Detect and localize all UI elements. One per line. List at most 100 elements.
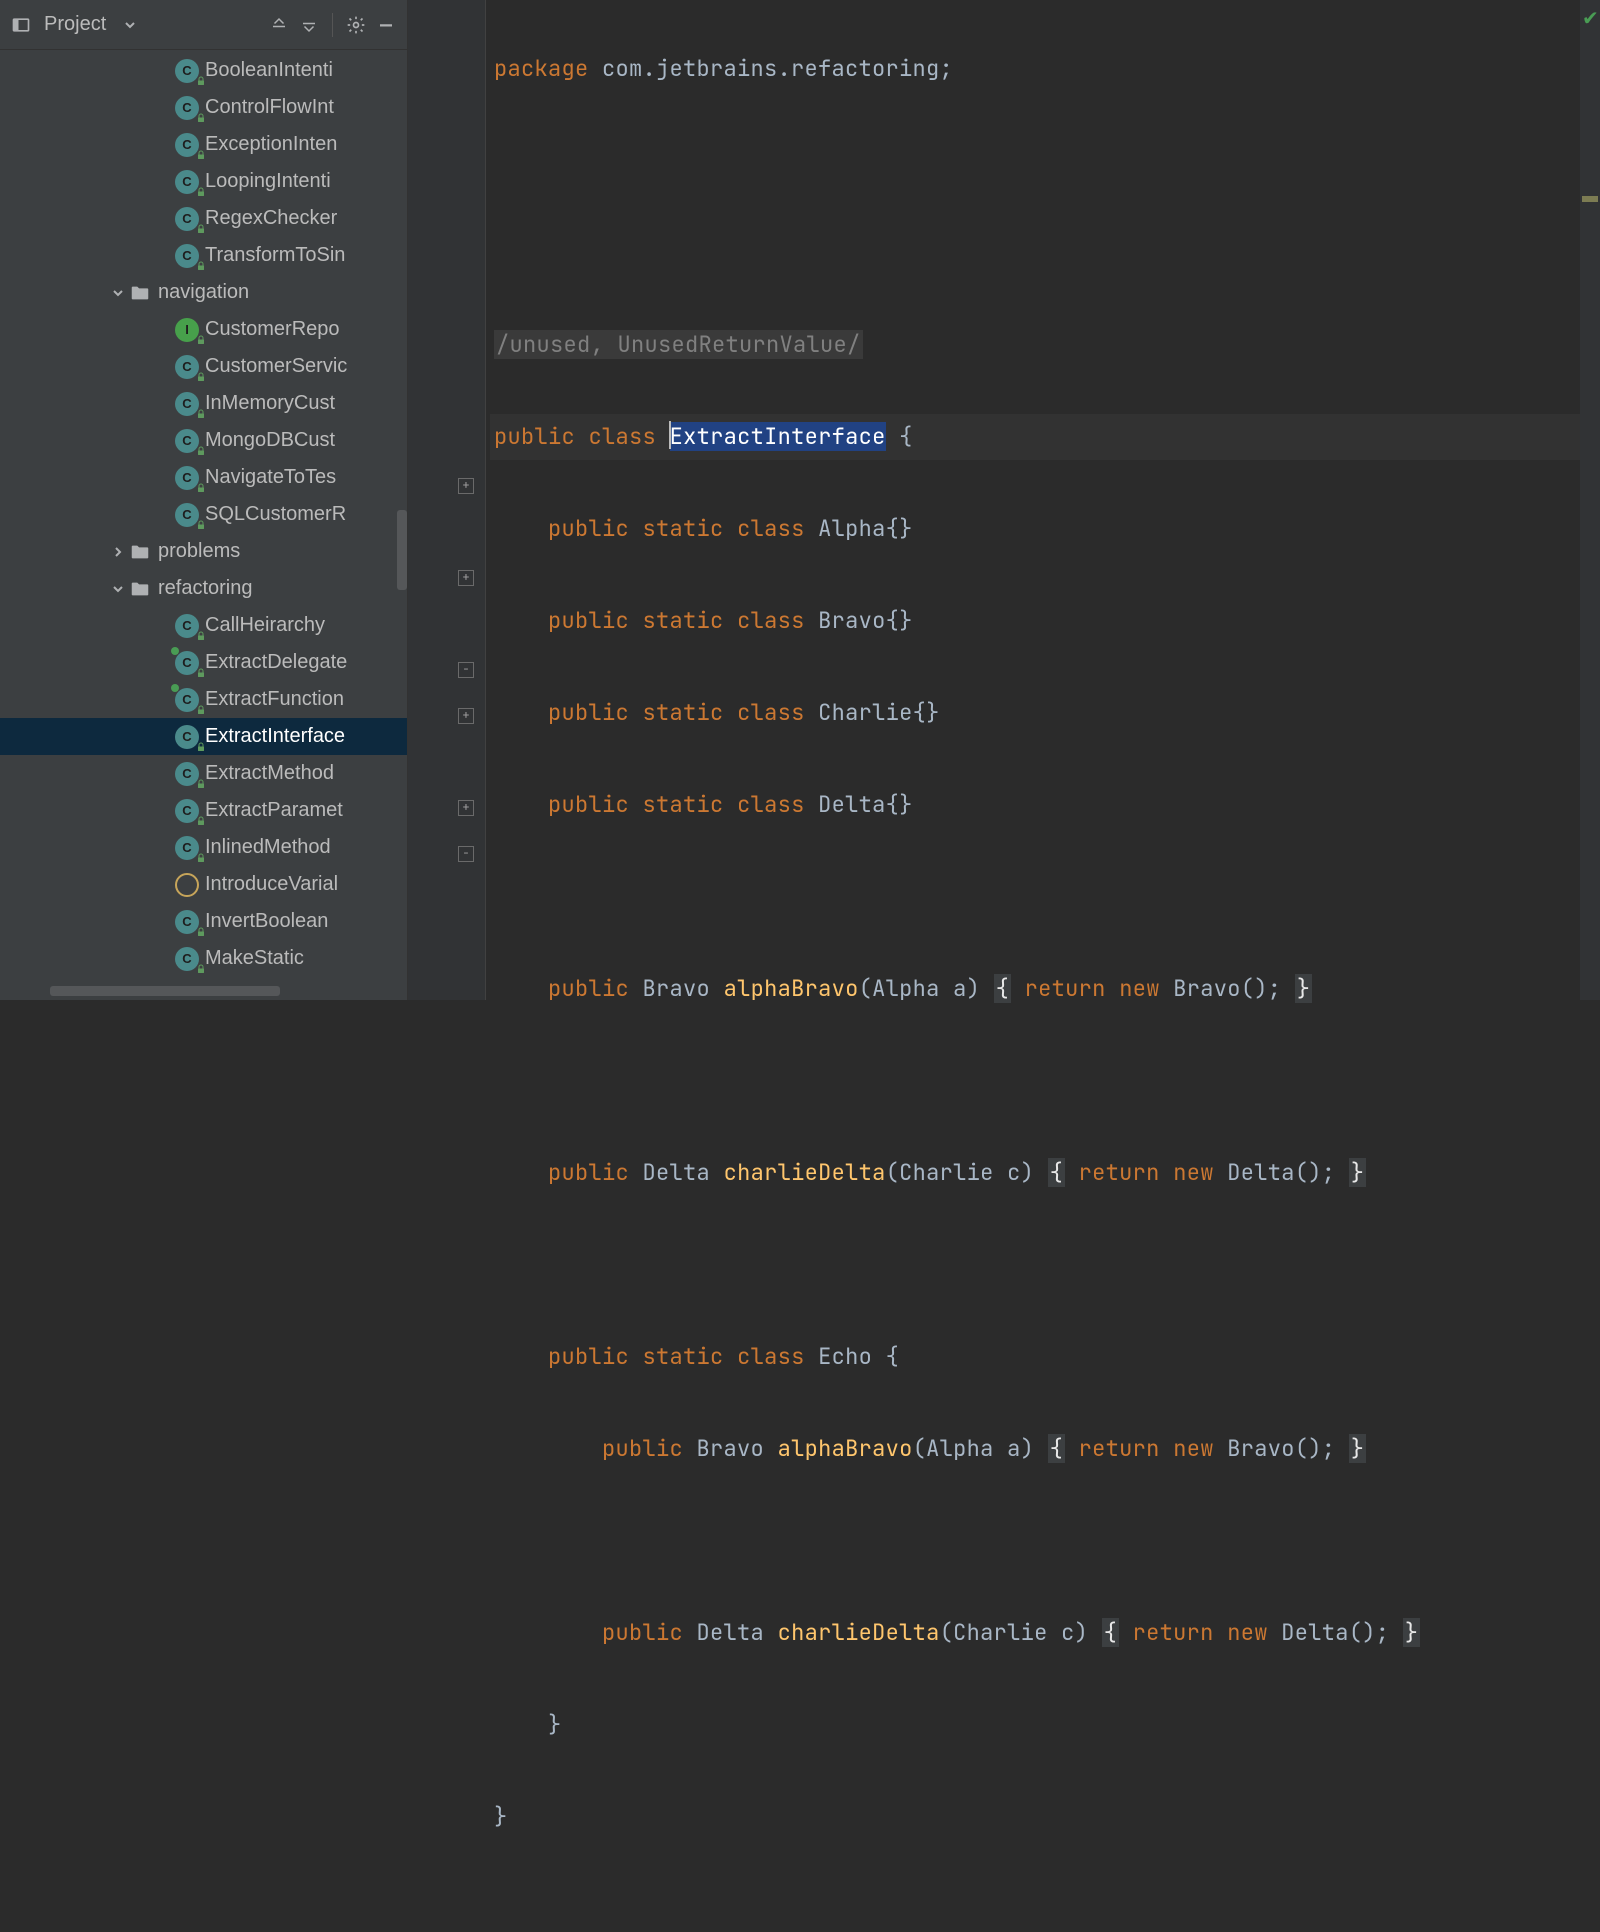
caret-line[interactable]: public class ExtractInterface { <box>490 414 1580 460</box>
editor-error-stripe[interactable]: ✔ <box>1580 0 1600 1000</box>
class-icon: C <box>175 207 199 231</box>
fold-expand-icon[interactable] <box>458 800 474 816</box>
file-row[interactable]: C ExtractDelegate <box>0 644 407 681</box>
inspection-ok-icon[interactable]: ✔ <box>1582 6 1599 31</box>
gear-icon[interactable] <box>345 14 367 36</box>
fold-collapse-icon[interactable] <box>458 846 474 862</box>
class-icon: C <box>175 170 199 194</box>
class-icon: C <box>175 59 199 83</box>
file-row[interactable]: IntroduceVarial <box>0 866 407 903</box>
file-row[interactable]: ICustomerRepo <box>0 311 407 348</box>
class-icon: C <box>175 244 199 268</box>
fold-expand-icon[interactable] <box>458 708 474 724</box>
tree-item-label: CustomerServic <box>205 355 347 378</box>
file-row[interactable]: CMongoDBCust <box>0 422 407 459</box>
text-caret <box>669 421 671 449</box>
file-row[interactable]: CInvertBoolean <box>0 903 407 940</box>
code-editor[interactable]: package com.jetbrains.refactoring; /unus… <box>408 0 1600 1000</box>
lock-icon <box>195 482 207 494</box>
modified-indicator <box>171 647 179 655</box>
file-row[interactable]: C ExceptionInten <box>0 126 407 163</box>
tree-item-label: CallHeirarchy <box>205 614 325 637</box>
file-row[interactable]: CInlinedMethod <box>0 829 407 866</box>
project-toolbar: Project <box>0 0 407 50</box>
modified-indicator <box>171 684 179 692</box>
kw-package: package <box>494 54 589 83</box>
tree-item-label: NavigateToTes <box>205 466 336 489</box>
tree-item-label: InMemoryCust <box>205 392 335 415</box>
class-icon: C <box>175 392 199 416</box>
folder-row[interactable]: navigation <box>0 274 407 311</box>
file-row[interactable]: C LoopingIntenti <box>0 163 407 200</box>
file-row[interactable]: CExtractMethod <box>0 755 407 792</box>
class-icon: C <box>175 799 199 823</box>
class-icon: C <box>175 133 199 157</box>
file-row[interactable]: C CallHeirarchy <box>0 607 407 644</box>
tree-item-label: InlinedMethod <box>205 836 331 859</box>
expand-all-icon[interactable] <box>268 14 290 36</box>
folded-comment[interactable]: /unused, UnusedReturnValue/ <box>494 330 863 359</box>
lock-icon <box>195 741 207 753</box>
fold-collapse-icon[interactable] <box>458 662 474 678</box>
tree-item-label: BooleanIntenti <box>205 59 333 82</box>
file-row[interactable]: C ExtractInterface <box>0 718 407 755</box>
fold-expand-icon[interactable] <box>458 478 474 494</box>
folder-icon <box>128 281 152 305</box>
file-row[interactable]: C RegexChecker <box>0 200 407 237</box>
folder-row[interactable]: problems <box>0 533 407 570</box>
tree-item-label: LoopingIntenti <box>205 170 331 193</box>
folder-icon <box>128 540 152 564</box>
file-row[interactable]: CCustomerServic <box>0 348 407 385</box>
lock-icon <box>195 963 207 975</box>
lock-icon <box>195 112 207 124</box>
lock-icon <box>195 149 207 161</box>
project-tree[interactable]: C BooleanIntenti C ControlFlowInt C Exception… <box>0 50 407 1000</box>
folder-row[interactable]: refactoring <box>0 570 407 607</box>
code-area[interactable]: package com.jetbrains.refactoring; /unus… <box>486 0 1580 1000</box>
project-title[interactable]: Project <box>40 13 110 36</box>
lock-icon <box>195 630 207 642</box>
tree-item-label: ExtractMethod <box>205 762 334 785</box>
hide-icon[interactable] <box>375 14 397 36</box>
lock-icon <box>195 778 207 790</box>
chevron-down-icon[interactable] <box>108 287 128 299</box>
class-icon: C <box>175 725 199 749</box>
file-row[interactable]: C BooleanIntenti <box>0 52 407 89</box>
lock-icon <box>195 75 207 87</box>
lock-icon <box>195 704 207 716</box>
interface-icon: I <box>175 318 199 342</box>
tree-item-label: SQLCustomerR <box>205 503 346 526</box>
tree-item-label: IntroduceVarial <box>205 873 338 896</box>
class-icon: C <box>175 614 199 638</box>
tree-item-label: ExceptionInten <box>205 133 337 156</box>
file-row[interactable]: CMakeStatic <box>0 940 407 977</box>
file-row[interactable]: CExtractFunction <box>0 681 407 718</box>
project-view-icon[interactable] <box>10 14 32 36</box>
collapse-all-icon[interactable] <box>298 14 320 36</box>
chevron-down-icon[interactable] <box>108 583 128 595</box>
lock-icon <box>195 815 207 827</box>
tree-item-label: ExtractDelegate <box>205 651 347 674</box>
class-icon: C <box>175 651 199 675</box>
lock-icon <box>195 667 207 679</box>
file-row[interactable]: C InMemoryCust <box>0 385 407 422</box>
fold-expand-icon[interactable] <box>458 570 474 586</box>
tree-item-label: ControlFlowInt <box>205 96 334 119</box>
tree-item-label: ExtractInterface <box>205 725 345 748</box>
folder-icon <box>128 577 152 601</box>
chevron-right-icon[interactable] <box>108 546 128 558</box>
class-icon: C <box>175 96 199 120</box>
editor-gutter[interactable] <box>408 0 486 1000</box>
project-horizontal-scrollbar[interactable] <box>50 986 280 996</box>
project-vertical-scrollbar[interactable] <box>397 510 407 590</box>
file-row[interactable]: CTransformToSin <box>0 237 407 274</box>
file-row[interactable]: C ControlFlowInt <box>0 89 407 126</box>
lock-icon <box>195 223 207 235</box>
chevron-down-icon[interactable] <box>124 19 136 31</box>
file-row[interactable]: CNavigateToTes <box>0 459 407 496</box>
stripe-marker[interactable] <box>1582 196 1598 202</box>
file-row[interactable]: CExtractParamet <box>0 792 407 829</box>
tree-item-label: RegexChecker <box>205 207 337 230</box>
package-name: com.jetbrains.refactoring; <box>589 54 954 83</box>
file-row[interactable]: CSQLCustomerR <box>0 496 407 533</box>
